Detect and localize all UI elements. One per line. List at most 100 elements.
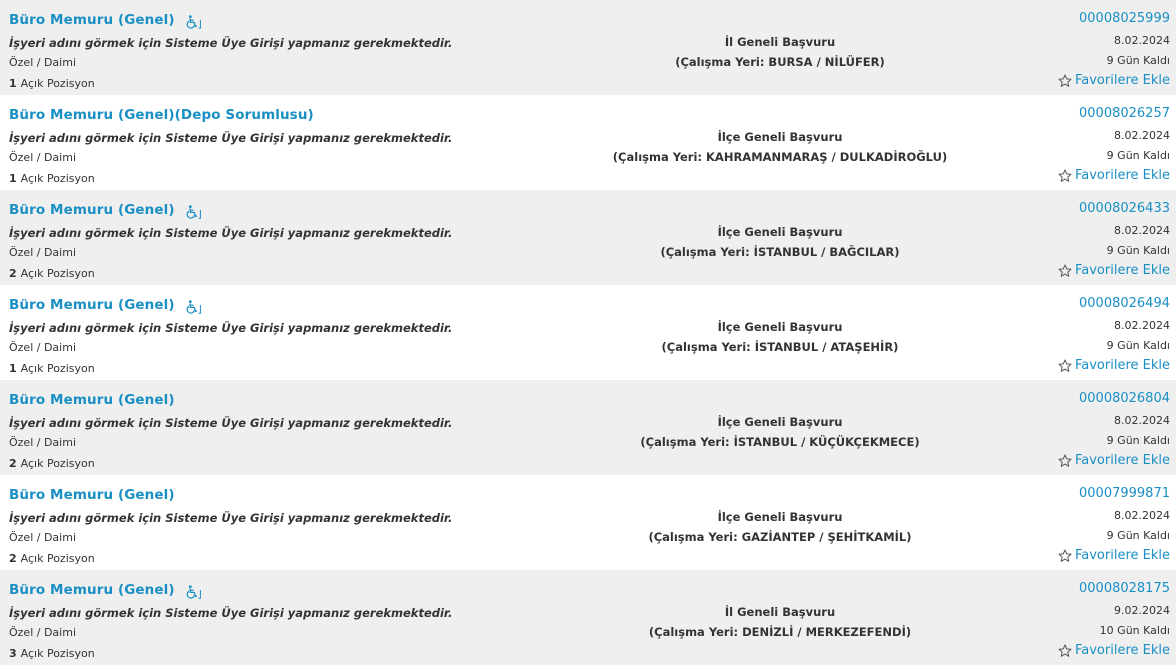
job-code-link[interactable]: 00008025999 <box>1079 11 1170 26</box>
days-left: 10 Gün Kaldı <box>1099 624 1170 637</box>
work-location: (Çalışma Yeri: BURSA / NİLÜFER) <box>675 55 885 69</box>
scope-label: İlçe Geneli Başvuru <box>717 510 843 524</box>
scope-label: İl Geneli Başvuru <box>724 35 836 49</box>
application-scope: İlçe Geneli Başvuru (Çalışma Yeri: İSTAN… <box>560 222 1000 262</box>
job-title-line: Büro Memuru (Genel) <box>9 390 175 410</box>
favorites-label: Favorilere Ekle <box>1074 358 1170 373</box>
job-code-link[interactable]: 00007999871 <box>1079 486 1170 501</box>
work-location: (Çalışma Yeri: İSTANBUL / ATAŞEHİR) <box>661 340 899 354</box>
favorites-label: Favorilere Ekle <box>1074 548 1170 563</box>
posting-date: 8.02.2024 <box>1114 224 1170 237</box>
job-title-line: Büro Memuru (Genel) <box>9 485 175 505</box>
job-code-link[interactable]: 00008026494 <box>1079 296 1170 311</box>
days-left: 9 Gün Kaldı <box>1106 149 1170 162</box>
add-to-favorites-button[interactable]: Favorilere Ekle <box>1058 358 1170 373</box>
star-icon <box>1058 644 1072 658</box>
open-positions: 1 Açık Pozisyon <box>9 172 95 185</box>
job-code-link[interactable]: 00008028175 <box>1079 581 1170 596</box>
job-listing-row: Büro Memuru (Genel) İşyeri adını görmek … <box>0 0 1176 95</box>
add-to-favorites-button[interactable]: Favorilere Ekle <box>1058 643 1170 658</box>
job-listing-row: Büro Memuru (Genel) İşyeri adını görmek … <box>0 190 1176 285</box>
add-to-favorites-button[interactable]: Favorilere Ekle <box>1058 453 1170 468</box>
job-title-link[interactable]: Büro Memuru (Genel) <box>9 392 175 408</box>
login-notice: İşyeri adını görmek için Sisteme Üye Gir… <box>9 321 453 335</box>
work-location: (Çalışma Yeri: GAZİANTEP / ŞEHİTKAMİL) <box>648 530 912 544</box>
login-notice: İşyeri adını görmek için Sisteme Üye Gir… <box>9 131 453 145</box>
login-notice: İşyeri adını görmek için Sisteme Üye Gir… <box>9 226 453 240</box>
work-location: (Çalışma Yeri: İSTANBUL / KÜÇÜKÇEKMECE) <box>640 435 920 449</box>
open-positions-count: 1 <box>9 77 17 90</box>
employment-type: Özel / Daimi <box>9 531 76 544</box>
star-icon <box>1058 74 1072 88</box>
application-scope: İlçe Geneli Başvuru (Çalışma Yeri: KAHRA… <box>560 127 1000 167</box>
open-positions-label: Açık Pozisyon <box>20 457 95 470</box>
open-positions-count: 2 <box>9 552 17 565</box>
open-positions-label: Açık Pozisyon <box>20 267 95 280</box>
job-title-line: Büro Memuru (Genel) <box>9 200 202 220</box>
star-icon <box>1058 359 1072 373</box>
posting-date: 8.02.2024 <box>1114 509 1170 522</box>
employment-type: Özel / Daimi <box>9 151 76 164</box>
open-positions-count: 2 <box>9 457 17 470</box>
job-listing-row: Büro Memuru (Genel) İşyeri adını görmek … <box>0 285 1176 380</box>
employment-type: Özel / Daimi <box>9 341 76 354</box>
open-positions-label: Açık Pozisyon <box>20 647 95 660</box>
star-icon <box>1058 454 1072 468</box>
open-positions-label: Açık Pozisyon <box>20 172 95 185</box>
star-icon <box>1058 549 1072 563</box>
open-positions: 2 Açık Pozisyon <box>9 457 95 470</box>
application-scope: İlçe Geneli Başvuru (Çalışma Yeri: İSTAN… <box>560 412 1000 452</box>
posting-date: 8.02.2024 <box>1114 319 1170 332</box>
job-listing-row: Büro Memuru (Genel) İşyeri adını görmek … <box>0 380 1176 475</box>
open-positions-label: Açık Pozisyon <box>20 362 95 375</box>
add-to-favorites-button[interactable]: Favorilere Ekle <box>1058 548 1170 563</box>
job-code-link[interactable]: 00008026804 <box>1079 391 1170 406</box>
login-notice: İşyeri adını görmek için Sisteme Üye Gir… <box>9 606 453 620</box>
open-positions-count: 1 <box>9 172 17 185</box>
job-title-line: Büro Memuru (Genel) <box>9 295 202 315</box>
job-title-link[interactable]: Büro Memuru (Genel)(Depo Sorumlusu) <box>9 107 314 123</box>
wheelchair-icon <box>186 204 202 219</box>
days-left: 9 Gün Kaldı <box>1106 54 1170 67</box>
job-title-link[interactable]: Büro Memuru (Genel) <box>9 487 175 503</box>
scope-label: İl Geneli Başvuru <box>724 605 836 619</box>
employment-type: Özel / Daimi <box>9 626 76 639</box>
star-icon <box>1058 169 1072 183</box>
open-positions-count: 1 <box>9 362 17 375</box>
job-title-link[interactable]: Büro Memuru (Genel) <box>9 202 175 218</box>
posting-date: 8.02.2024 <box>1114 414 1170 427</box>
favorites-label: Favorilere Ekle <box>1074 168 1170 183</box>
add-to-favorites-button[interactable]: Favorilere Ekle <box>1058 263 1170 278</box>
login-notice: İşyeri adını görmek için Sisteme Üye Gir… <box>9 416 453 430</box>
application-scope: İl Geneli Başvuru (Çalışma Yeri: BURSA /… <box>560 32 1000 72</box>
open-positions: 2 Açık Pozisyon <box>9 552 95 565</box>
job-title-line: Büro Memuru (Genel) <box>9 580 202 600</box>
scope-label: İlçe Geneli Başvuru <box>717 130 843 144</box>
posting-date: 9.02.2024 <box>1114 604 1170 617</box>
work-location: (Çalışma Yeri: DENİZLİ / MERKEZEFENDİ) <box>648 625 912 639</box>
employment-type: Özel / Daimi <box>9 56 76 69</box>
days-left: 9 Gün Kaldı <box>1106 244 1170 257</box>
scope-label: İlçe Geneli Başvuru <box>717 415 843 429</box>
employment-type: Özel / Daimi <box>9 436 76 449</box>
wheelchair-icon <box>186 299 202 314</box>
wheelchair-icon <box>186 584 202 599</box>
job-code-link[interactable]: 00008026433 <box>1079 201 1170 216</box>
scope-label: İlçe Geneli Başvuru <box>717 320 843 334</box>
login-notice: İşyeri adını görmek için Sisteme Üye Gir… <box>9 36 453 50</box>
wheelchair-icon <box>186 14 202 29</box>
job-title-line: Büro Memuru (Genel)(Depo Sorumlusu) <box>9 105 314 125</box>
posting-date: 8.02.2024 <box>1114 34 1170 47</box>
job-listing-list: Büro Memuru (Genel) İşyeri adını görmek … <box>0 0 1176 665</box>
add-to-favorites-button[interactable]: Favorilere Ekle <box>1058 168 1170 183</box>
open-positions-label: Açık Pozisyon <box>20 77 95 90</box>
open-positions: 2 Açık Pozisyon <box>9 267 95 280</box>
job-code-link[interactable]: 00008026257 <box>1079 106 1170 121</box>
posting-date: 8.02.2024 <box>1114 129 1170 142</box>
job-title-link[interactable]: Büro Memuru (Genel) <box>9 12 175 28</box>
job-title-link[interactable]: Büro Memuru (Genel) <box>9 582 175 598</box>
add-to-favorites-button[interactable]: Favorilere Ekle <box>1058 73 1170 88</box>
job-title-link[interactable]: Büro Memuru (Genel) <box>9 297 175 313</box>
job-title-line: Büro Memuru (Genel) <box>9 10 202 30</box>
job-listing-row: Büro Memuru (Genel) İşyeri adını görmek … <box>0 570 1176 665</box>
